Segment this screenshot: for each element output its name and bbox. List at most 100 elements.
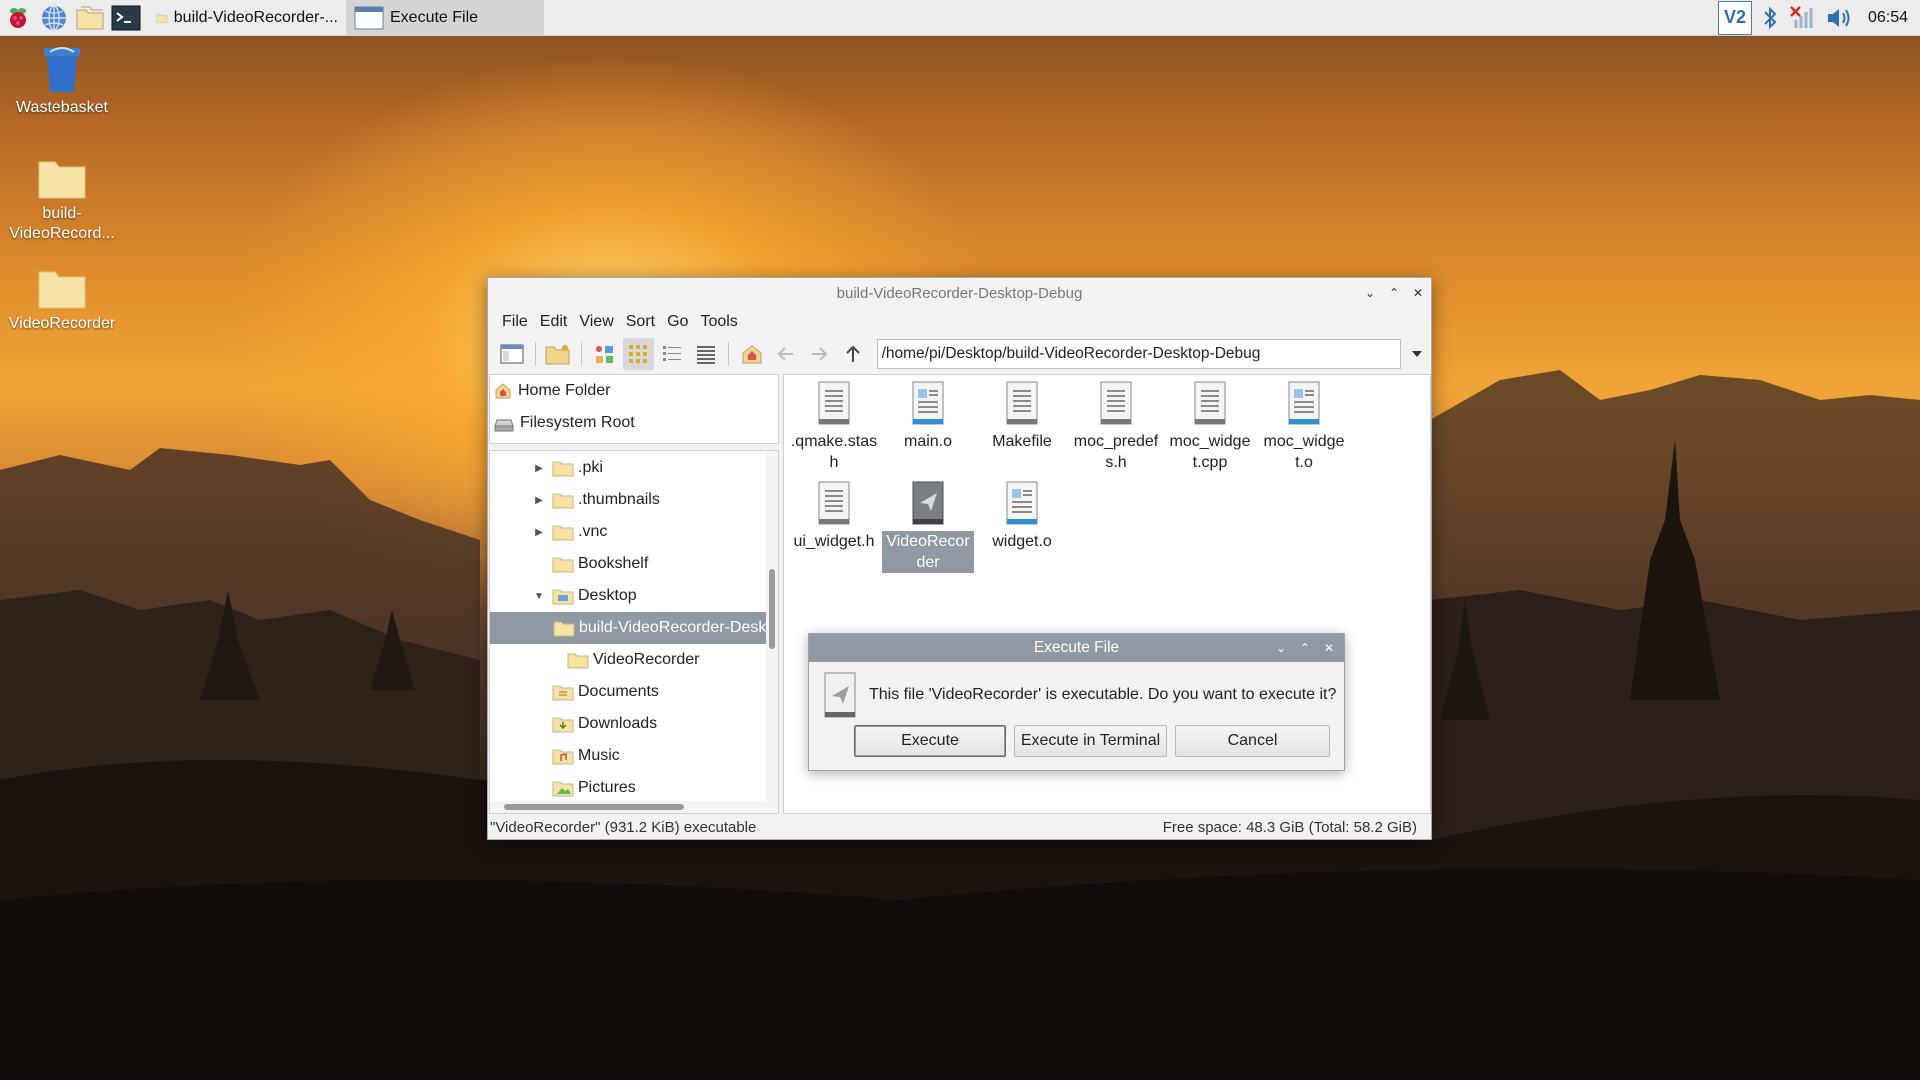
dialog-title: Execute File — [1033, 639, 1120, 656]
collapse-arrow-icon[interactable]: ▼ — [532, 591, 546, 602]
file-name: main.o — [903, 433, 953, 450]
tree-label: Desktop — [578, 587, 637, 604]
back-button[interactable] — [770, 338, 802, 370]
tree-item-music[interactable]: Music — [490, 740, 768, 772]
thumbnail-view-button[interactable] — [622, 338, 655, 370]
tree-label: build-VideoRecorder-Desktop-Debug — [579, 619, 768, 636]
tree-vertical-scrollbar[interactable] — [766, 451, 778, 801]
volume-icon[interactable] — [1824, 4, 1854, 32]
tree-label: Music — [578, 747, 620, 764]
raspberry-menu-icon[interactable] — [0, 0, 36, 36]
tree-item-videorecorder[interactable]: VideoRecorder — [490, 644, 768, 676]
tree-item-bookshelf[interactable]: Bookshelf — [490, 548, 768, 580]
file-item[interactable]: moc_widget.o — [1258, 381, 1350, 473]
file-item[interactable]: widget.o — [976, 481, 1068, 552]
menu-file[interactable]: File — [496, 313, 534, 331]
menu-go[interactable]: Go — [661, 313, 694, 331]
expand-arrow-icon[interactable]: ▶ — [532, 527, 546, 538]
network-disconnected-icon[interactable] — [1788, 4, 1818, 32]
place-home-folder[interactable]: Home Folder — [490, 375, 778, 407]
folder-icon — [552, 461, 574, 477]
menu-edit[interactable]: Edit — [534, 313, 574, 331]
list-view-button[interactable] — [690, 338, 722, 370]
forward-arrow-icon — [812, 347, 828, 361]
menu-tools[interactable]: Tools — [694, 313, 743, 331]
file-item[interactable]: .qmake.stash — [788, 381, 880, 473]
up-button[interactable] — [837, 338, 869, 370]
taskbar-task-file-manager[interactable]: build-VideoRecorder-... — [148, 0, 346, 36]
folder-icon — [38, 271, 86, 309]
file-item[interactable]: ui_widget.h — [788, 481, 880, 552]
file-name: moc_widget.o — [1263, 433, 1345, 471]
file-item-selected[interactable]: VideoRecorder — [882, 481, 974, 573]
taskbar-task-label: Execute File — [390, 8, 479, 26]
new-folder-icon — [545, 345, 570, 365]
clock[interactable]: 06:54 — [1868, 9, 1908, 27]
file-item[interactable]: Makefile — [976, 381, 1068, 452]
menu-sort[interactable]: Sort — [620, 313, 661, 331]
execute-in-terminal-button[interactable]: Execute in Terminal — [1014, 725, 1167, 757]
expand-arrow-icon[interactable]: ▶ — [532, 463, 546, 474]
new-folder-button[interactable] — [543, 338, 575, 370]
toolbar-separator — [728, 342, 730, 366]
dialog-message-row: This file 'VideoRecorder' is executable.… — [823, 672, 1336, 718]
execute-button[interactable]: Execute — [854, 725, 1006, 757]
menu-view[interactable]: View — [573, 313, 619, 331]
desktop-icon-label: VideoRecorder — [8, 315, 116, 332]
file-manager-icon[interactable] — [72, 0, 108, 36]
forward-button[interactable] — [803, 338, 835, 370]
tree-item-pki[interactable]: ▶ .pki — [490, 452, 768, 484]
path-dropdown-icon[interactable] — [1403, 339, 1431, 369]
minimize-icon[interactable]: ⌄ — [1363, 286, 1377, 300]
text-file-icon — [818, 481, 850, 525]
scrollbar-thumb[interactable] — [769, 569, 775, 649]
vnc-icon[interactable]: V2 — [1717, 0, 1752, 35]
wastebasket-icon — [44, 47, 80, 92]
tree-horizontal-scrollbar[interactable] — [490, 801, 778, 813]
file-name: moc_widget.cpp — [1169, 433, 1251, 471]
tree-item-thumbnails[interactable]: ▶ .thumbnails — [490, 484, 768, 516]
home-button[interactable] — [736, 338, 768, 370]
taskbar-task-execute-file[interactable]: Execute File — [346, 0, 544, 36]
object-file-icon — [1288, 381, 1320, 425]
cancel-button[interactable]: Cancel — [1175, 725, 1330, 757]
dialog-titlebar[interactable]: Execute File ⌄ ⌃ ✕ — [809, 634, 1344, 662]
desktop-folder-icon — [552, 589, 574, 605]
desktop-icon-videorecorder[interactable]: VideoRecorder — [2, 266, 122, 334]
desktop-icon-wastebasket[interactable]: Wastebasket — [2, 44, 122, 118]
terminal-icon[interactable] — [108, 0, 144, 36]
expand-arrow-icon[interactable]: ▶ — [532, 495, 546, 506]
tree-label: VideoRecorder — [593, 651, 700, 668]
tree-item-vnc[interactable]: ▶ .vnc — [490, 516, 768, 548]
path-input[interactable]: /home/pi/Desktop/build-VideoRecorder-Des… — [876, 339, 1402, 369]
web-browser-icon[interactable] — [36, 0, 72, 36]
bluetooth-icon[interactable] — [1758, 4, 1782, 32]
file-name: Makefile — [992, 433, 1052, 450]
file-name: widget.o — [992, 533, 1052, 550]
window-titlebar[interactable]: build-VideoRecorder-Desktop-Debug ⌄ ⌃ ✕ — [488, 278, 1431, 308]
file-item[interactable]: moc_widget.cpp — [1164, 381, 1256, 473]
desktop-icon-build-folder[interactable]: build-VideoRecord... — [2, 156, 122, 244]
close-icon[interactable]: ✕ — [1322, 641, 1336, 655]
close-icon[interactable]: ✕ — [1411, 286, 1425, 300]
place-filesystem-root[interactable]: Filesystem Root — [490, 407, 778, 439]
tree-item-downloads[interactable]: Downloads — [490, 708, 768, 740]
file-name: .qmake.stash — [790, 433, 878, 471]
minimize-icon[interactable]: ⌄ — [1274, 641, 1288, 655]
file-name: moc_predefs.h — [1073, 433, 1159, 471]
tree-item-documents[interactable]: Documents — [490, 676, 768, 708]
text-file-icon — [1100, 381, 1132, 425]
maximize-icon[interactable]: ⌃ — [1298, 641, 1312, 655]
tree-item-desktop[interactable]: ▼ Desktop — [490, 580, 768, 612]
maximize-icon[interactable]: ⌃ — [1387, 286, 1401, 300]
file-item[interactable]: main.o — [882, 381, 974, 452]
new-window-button[interactable] — [496, 338, 528, 370]
dialog-message: This file 'VideoRecorder' is executable.… — [869, 686, 1337, 703]
icon-view-button[interactable] — [589, 338, 621, 370]
file-item[interactable]: moc_predefs.h — [1070, 381, 1162, 473]
tree-item-build-folder[interactable]: build-VideoRecorder-Desktop-Debug — [490, 612, 768, 644]
compact-view-button[interactable] — [656, 338, 688, 370]
tree-item-pictures[interactable]: Pictures — [490, 772, 768, 804]
home-icon — [495, 383, 511, 399]
scrollbar-thumb[interactable] — [504, 804, 684, 810]
